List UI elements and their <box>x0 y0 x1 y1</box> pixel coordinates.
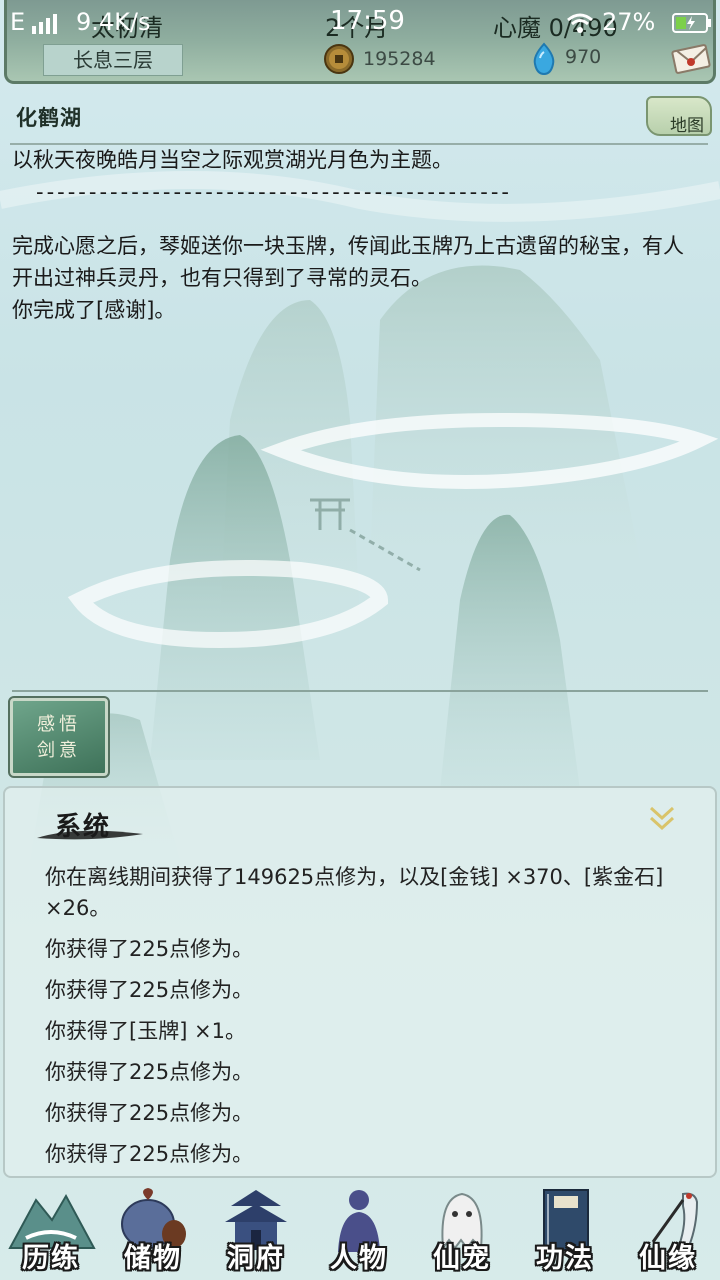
log-entry: 你获得了225点修为。 <box>45 1060 254 1084</box>
gem-count: 970 <box>565 46 602 68</box>
system-log: 你在离线期间获得了149625点修为，以及[金钱] ×370、[紫金石] ×26… <box>45 862 695 1180</box>
coin-count: 195284 <box>363 48 436 70</box>
log-entry: 你获得了225点修为。 <box>45 978 254 1002</box>
story-text: 以秋天夜晚皓月当空之际观赏湖光月色为主题。 ------------------… <box>12 144 702 326</box>
nav-label: 历练 <box>22 1243 80 1274</box>
log-entry: 你获得了225点修为。 <box>45 937 254 961</box>
nav-label: 仙缘 <box>639 1243 697 1274</box>
nav-techniques[interactable]: 功法 <box>514 1184 616 1280</box>
log-entry: 你在离线期间获得了149625点修为，以及[金钱] ×370、[紫金石] ×26… <box>45 865 664 920</box>
nav-cave-dwelling[interactable]: 洞府 <box>205 1184 307 1280</box>
net-speed: 9.4K/s <box>76 8 151 36</box>
nav-spirit-pet[interactable]: 仙宠 <box>411 1184 513 1280</box>
log-entry: 你获得了225点修为。 <box>45 1142 254 1166</box>
nav-character[interactable]: 人物 <box>308 1184 410 1280</box>
coin-icon <box>324 44 354 74</box>
divider <box>12 690 708 692</box>
story-paragraph: 完成心愿之后，琴姬送你一块玉牌，传闻此玉牌乃上古遗留的秘宝，有人开出过神兵灵丹，… <box>12 234 684 290</box>
stats-row: 长息三层 195284 970 <box>7 42 719 78</box>
log-entry: 你获得了225点修为。 <box>45 1101 254 1125</box>
map-button[interactable]: 地图 <box>646 96 712 136</box>
mail-icon[interactable] <box>671 42 711 74</box>
bottom-nav: 历练 储物 洞府 人物 仙宠 功法 仙缘 <box>0 1184 720 1280</box>
realm-badge[interactable]: 长息三层 <box>43 44 183 76</box>
dash-separator: ----------------------------------------… <box>36 180 512 204</box>
battery-percent: 27% <box>602 8 656 36</box>
log-entry: 你获得了[玉牌] ×1。 <box>45 1019 247 1043</box>
story-theme: 以秋天夜晚皓月当空之际观赏湖光月色为主题。 <box>12 148 453 172</box>
location-title: 化鹤湖 <box>16 106 82 130</box>
clock: 17:59 <box>330 6 405 36</box>
nav-storage[interactable]: 储物 <box>102 1184 204 1280</box>
signal-icon <box>32 14 57 34</box>
nav-label: 人物 <box>330 1243 388 1274</box>
nav-label: 仙宠 <box>433 1243 491 1274</box>
nav-label: 储物 <box>124 1243 182 1274</box>
nav-label: 功法 <box>536 1243 594 1274</box>
wifi-icon <box>567 13 593 33</box>
spirit-stone-icon <box>533 42 555 76</box>
system-log-panel[interactable]: 系统 你在离线期间获得了149625点修为，以及[金钱] ×370、[紫金石] … <box>3 786 717 1178</box>
system-status-bar: E 9.4K/s 17:59 27% <box>0 0 720 46</box>
story-completion: 你完成了[感谢]。 <box>12 298 176 322</box>
location-bar: 化鹤湖 地图 <box>0 96 720 146</box>
chevron-double-down-icon[interactable] <box>645 804 679 834</box>
comprehend-sword-intent-button[interactable]: 感悟 剑意 <box>8 696 110 778</box>
nav-training[interactable]: 历练 <box>0 1184 102 1280</box>
battery-icon <box>672 13 711 33</box>
nav-immortal-fate[interactable]: 仙缘 <box>617 1184 719 1280</box>
network-type: E <box>10 8 26 36</box>
nav-label: 洞府 <box>227 1243 285 1274</box>
system-title: 系统 <box>55 812 112 842</box>
skill-label-line1: 感悟 <box>37 714 81 735</box>
skill-label-line2: 剑意 <box>37 740 81 761</box>
